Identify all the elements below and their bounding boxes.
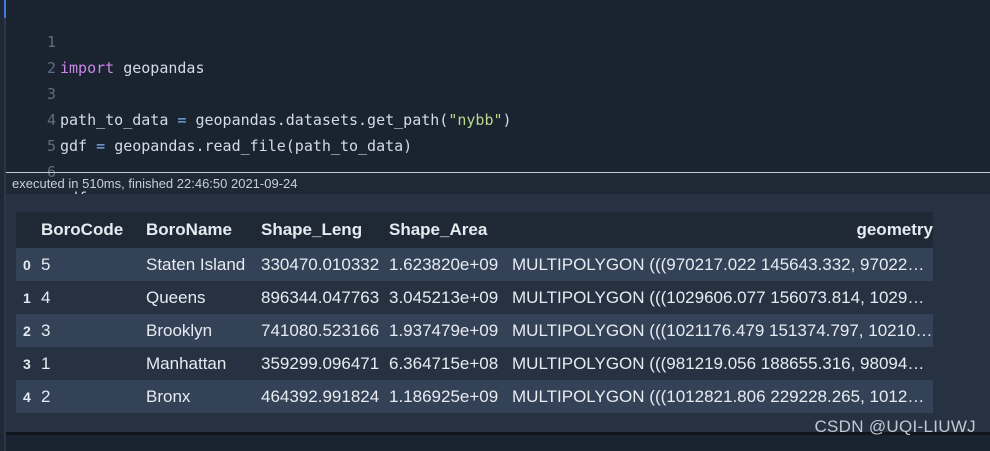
column-header: BoroName [146, 212, 261, 248]
cell-geometry: MULTIPOLYGON (((981219.056 188655.316, 9… [512, 353, 933, 373]
row-index: 1 [23, 289, 31, 306]
cell-shape-leng: 464392.991824 [261, 386, 380, 406]
column-header: BoroCode [41, 212, 146, 248]
row-index: 2 [23, 322, 31, 339]
cell-shape-leng: 359299.096471 [261, 353, 380, 373]
table-row: 1 4 Queens 896344.047763 3.045213e+09 MU… [16, 281, 933, 314]
cell-shape-area: 3.045213e+09 [389, 287, 499, 307]
cell-shape-leng: 896344.047763 [261, 287, 380, 307]
code-token: path_to_data [60, 111, 169, 129]
code-text[interactable]: import geopandas [60, 55, 205, 81]
cell-boroname: Staten Island [146, 254, 246, 274]
table-row: 2 3 Brooklyn 741080.523166 1.937479e+09 … [16, 314, 933, 347]
dataframe-table: BoroCode BoroName Shape_Leng Shape_Area … [16, 212, 933, 413]
cell-boroname: Queens [146, 287, 206, 307]
cell-boroname: Bronx [146, 386, 191, 406]
code-line-1[interactable]: 1 import geopandas [6, 3, 205, 77]
assignment-operator: = [87, 137, 115, 155]
cell-borocode: 1 [41, 353, 51, 373]
cell-divider [6, 172, 990, 173]
column-header: geometry [512, 212, 933, 248]
code-cell[interactable]: 1 import geopandas 2 3 path_to_data = ge… [6, 0, 990, 207]
code-token: geopandas.datasets.get_path( [195, 111, 449, 129]
cell-geometry: MULTIPOLYGON (((1012821.806 229228.265, … [512, 386, 933, 406]
code-line-4[interactable]: 4 gdf = geopandas.read_file(path_to_data… [6, 81, 412, 155]
table-row: 0 5 Staten Island 330470.010332 1.623820… [16, 248, 933, 281]
next-cell[interactable] [6, 435, 990, 451]
code-line-5[interactable]: 5 [6, 107, 56, 155]
cell-boroname: Manhattan [146, 353, 227, 373]
cell-geometry: MULTIPOLYGON (((1021176.479 151374.797, … [512, 320, 933, 340]
cell-geometry: MULTIPOLYGON (((1029606.077 156073.814, … [512, 287, 933, 307]
cell-shape-area: 6.364715e+08 [389, 353, 499, 373]
string-literal: "nybb" [448, 111, 503, 129]
cell-shape-area: 1.937479e+09 [389, 320, 499, 340]
table-row: 4 2 Bronx 464392.991824 1.186925e+09 MUL… [16, 380, 933, 413]
column-header: Shape_Area [389, 212, 512, 248]
row-index: 0 [23, 256, 31, 273]
watermark: CSDN @UQI-LIUWJ [814, 417, 976, 436]
code-text[interactable]: path_to_data = geopandas.datasets.get_pa… [60, 107, 512, 133]
code-token: geopandas [114, 59, 205, 77]
cell-borocode: 3 [41, 320, 51, 340]
assignment-operator: = [168, 111, 196, 129]
code-line-3[interactable]: 3 path_to_data = geopandas.datasets.get_… [6, 55, 512, 129]
cell-geometry: MULTIPOLYGON (((970217.022 145643.332, 9… [512, 254, 933, 274]
execution-status: executed in 510ms, finished 22:46:50 202… [12, 176, 298, 191]
cell-borocode: 5 [41, 254, 51, 274]
cell-shape-area: 1.186925e+09 [389, 386, 499, 406]
keyword-import: import [60, 59, 115, 77]
row-index: 3 [23, 355, 31, 372]
table-header-row: BoroCode BoroName Shape_Leng Shape_Area … [16, 212, 933, 248]
code-text[interactable]: gdf = geopandas.read_file(path_to_data) [60, 133, 412, 159]
active-cell-indicator [4, 0, 6, 18]
code-token: ) [502, 111, 512, 129]
index-header [16, 212, 41, 248]
column-header: Shape_Leng [261, 212, 389, 248]
row-index: 4 [23, 388, 31, 405]
cell-boroname: Brooklyn [146, 320, 213, 340]
cell-shape-leng: 330470.010332 [261, 254, 380, 274]
code-line-2[interactable]: 2 [6, 29, 56, 77]
cell-shape-area: 1.623820e+09 [389, 254, 499, 274]
cell-borocode: 4 [41, 287, 51, 307]
cell-shape-leng: 741080.523166 [261, 320, 380, 340]
code-token: gdf [60, 137, 88, 155]
cell-borocode: 2 [41, 386, 51, 406]
table-row: 3 1 Manhattan 359299.096471 6.364715e+08… [16, 347, 933, 380]
code-token: geopandas.read_file(path_to_data) [114, 137, 413, 155]
code-line-6[interactable]: 6 gdf [6, 133, 87, 207]
